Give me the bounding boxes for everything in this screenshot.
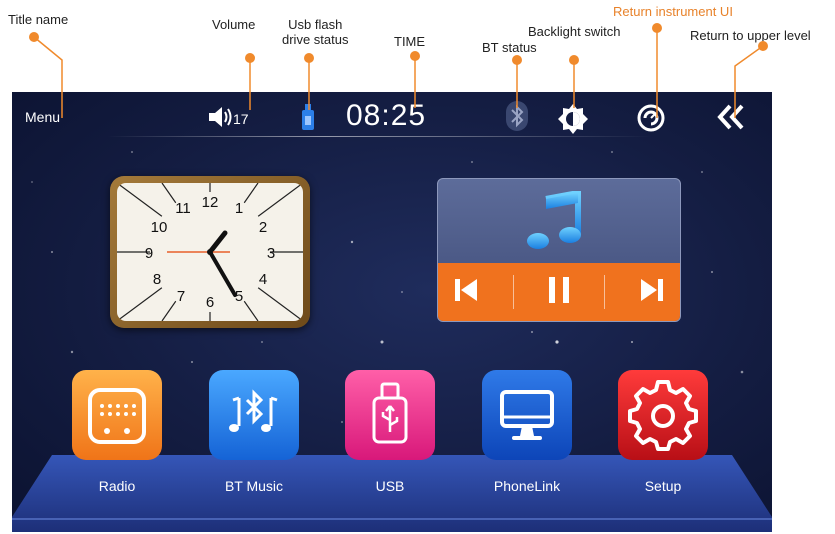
usb-icon xyxy=(372,382,408,444)
phonelink-app-button[interactable] xyxy=(482,370,572,460)
clock-numeral-9: 9 xyxy=(145,245,153,262)
divider xyxy=(604,275,605,309)
radio-icon xyxy=(88,388,146,444)
speaker-icon xyxy=(207,106,233,131)
clock-face: 12 1 2 3 4 5 6 7 8 9 10 11 xyxy=(117,183,303,321)
clock-numeral-11: 11 xyxy=(175,200,191,217)
monitor-icon xyxy=(500,390,554,440)
bt-music-icon xyxy=(229,389,278,432)
app-label-usb: USB xyxy=(375,478,405,494)
music-player-widget[interactable] xyxy=(437,178,681,322)
bt-music-app-button[interactable] xyxy=(209,370,299,460)
callout-usb-status-line2: drive status xyxy=(282,32,349,47)
callout-usb-status-line1: Usb flash xyxy=(288,17,343,32)
clock-numeral-1: 1 xyxy=(235,200,243,217)
callout-return-ui: Return instrument UI xyxy=(613,4,733,19)
next-icon[interactable] xyxy=(639,277,663,308)
callout-usb-status: Usb flash drive status xyxy=(282,17,348,47)
double-chevron-left-icon[interactable] xyxy=(716,104,746,135)
previous-icon[interactable] xyxy=(455,277,479,308)
page-title: Menu xyxy=(25,109,61,125)
pause-icon[interactable] xyxy=(548,276,570,309)
usb-app-button[interactable] xyxy=(345,370,435,460)
clock-numeral-3: 3 xyxy=(267,245,275,262)
volume-level: 17 xyxy=(233,110,249,127)
callout-volume: Volume xyxy=(212,17,256,32)
clock-numeral-6: 6 xyxy=(206,294,214,311)
app-label-phonelink: PhoneLink xyxy=(493,478,561,494)
divider xyxy=(513,275,514,309)
volume-indicator[interactable]: 17 xyxy=(207,106,249,131)
clock-numeral-12: 12 xyxy=(202,194,219,211)
callout-title-name: Title name xyxy=(8,12,69,27)
setup-app-button[interactable] xyxy=(618,370,708,460)
radio-app-button[interactable] xyxy=(72,370,162,460)
music-note-icon xyxy=(526,189,586,254)
app-label-bt-music: BT Music xyxy=(224,478,284,494)
callout-return-upper: Return to upper level xyxy=(690,28,811,43)
clock-numeral-7: 7 xyxy=(177,288,185,305)
clock-numeral-8: 8 xyxy=(153,271,161,288)
clock-numeral-10: 10 xyxy=(151,219,168,236)
callout-time: TIME xyxy=(394,34,426,49)
app-label-radio: Radio xyxy=(98,478,136,494)
bluetooth-icon xyxy=(506,101,528,136)
gear-icon xyxy=(628,380,698,451)
brightness-icon[interactable] xyxy=(557,103,589,140)
callout-backlight: Backlight switch xyxy=(528,24,621,39)
clock-dial: 12 1 2 3 4 5 6 7 8 9 10 11 xyxy=(117,183,303,321)
callout-bt-status: BT status xyxy=(482,40,537,55)
device-screen: Menu 17 08:25 12 1 2 3 4 5 6 7 8 9 10 11… xyxy=(12,92,772,532)
gauge-icon[interactable] xyxy=(636,103,666,138)
clock-time: 08:25 xyxy=(346,99,427,132)
clock-numeral-2: 2 xyxy=(259,219,267,236)
app-label-setup: Setup xyxy=(644,478,682,494)
analog-clock-widget[interactable]: 12 1 2 3 4 5 6 7 8 9 10 11 xyxy=(110,176,310,328)
music-controls xyxy=(438,263,680,321)
clock-numeral-4: 4 xyxy=(259,271,267,288)
usb-drive-icon xyxy=(302,104,314,135)
